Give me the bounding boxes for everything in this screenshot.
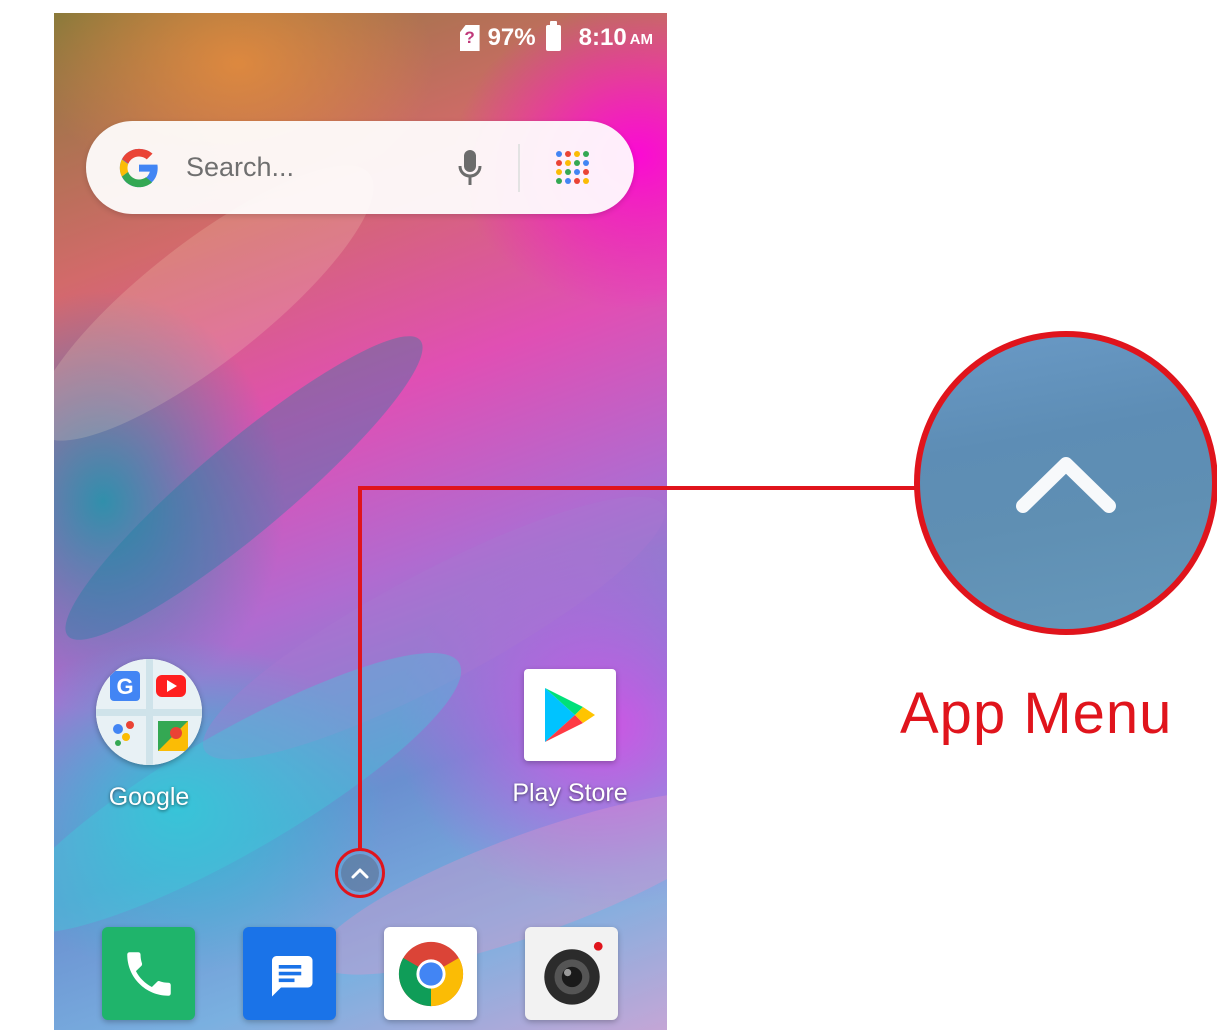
search-input[interactable]: Search... (186, 152, 458, 183)
callout-magnifier (914, 331, 1217, 635)
google-search-widget[interactable]: Search... (86, 121, 634, 214)
google-folder-icon: G (96, 659, 202, 765)
search-divider (518, 143, 520, 192)
play-store-label: Play Store (512, 779, 628, 807)
tutorial-canvas: ? 97% 8:10 AM Search... G Google Play St… (0, 0, 1217, 1030)
phone-icon (126, 951, 171, 996)
dock-chrome-app[interactable] (384, 927, 477, 1020)
google-folder-label: Google (108, 783, 190, 811)
dock-messages-app[interactable] (243, 927, 336, 1020)
play-store-icon (524, 669, 616, 761)
app-drawer-button[interactable] (335, 848, 385, 898)
dock-phone-app[interactable] (102, 927, 195, 1020)
camera-icon (543, 941, 603, 1005)
google-g-icon (119, 148, 158, 187)
messages-icon (271, 955, 312, 996)
play-store-app[interactable]: Play Store (512, 669, 628, 808)
battery-percent: 97% (487, 24, 536, 51)
sim-card-icon: ? (459, 25, 480, 51)
clock-time: 8:10 (578, 24, 627, 51)
callout-connector-vertical (358, 486, 362, 850)
app-drawer-handle (341, 854, 379, 892)
chevron-up-icon (1016, 457, 1116, 513)
dock-camera-app[interactable] (525, 927, 618, 1020)
chrome-icon (398, 941, 463, 1006)
status-bar: ? 97% 8:10 AM (459, 21, 653, 55)
google-apps-dots-icon[interactable] (554, 150, 590, 186)
microphone-icon[interactable] (458, 148, 482, 188)
clock-ampm: AM (629, 31, 653, 48)
callout-connector-horizontal (358, 486, 918, 490)
callout-label: App Menu (900, 681, 1173, 746)
battery-icon (545, 21, 561, 51)
chevron-up-icon (351, 868, 369, 879)
google-folder-preview-icon: G (96, 659, 202, 765)
google-folder[interactable]: G Google (94, 659, 204, 812)
svg-text:G: G (116, 674, 133, 699)
